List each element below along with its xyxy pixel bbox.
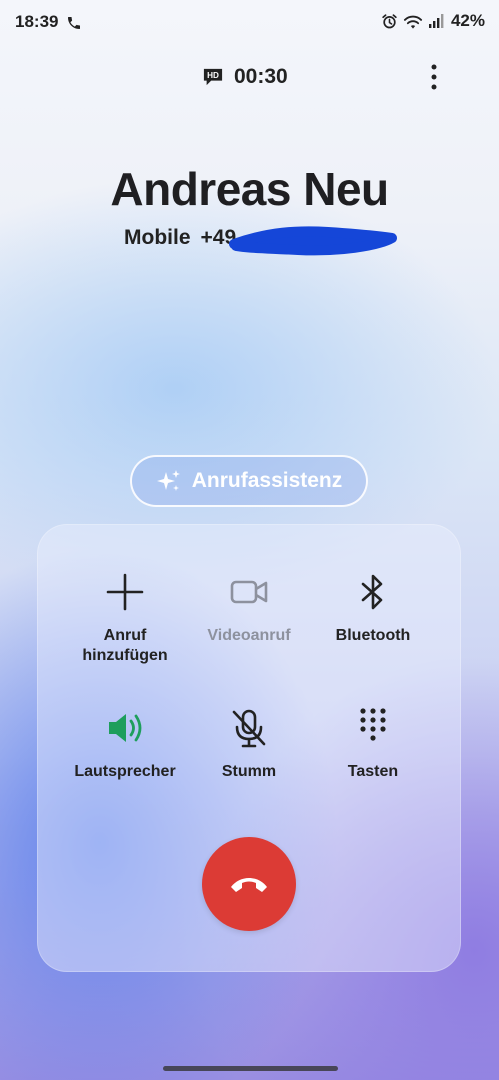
video-call-button[interactable]: Videoanruf [179,570,319,646]
signal-icon [428,14,444,28]
speaker-label: Lautsprecher [74,763,176,780]
contact-number-line: Mobile +49 [124,226,236,250]
keypad-button[interactable]: Tasten [303,706,443,782]
hang-up-icon [231,878,267,892]
status-time: 18:39 [15,12,59,31]
more-options-icon[interactable] [425,63,443,91]
sparkle-icon [156,470,180,491]
contact-name: Andreas Neu [110,163,389,215]
call-assistant-label: Anrufassistenz [191,469,343,492]
video-camera-icon [230,580,268,604]
bluetooth-icon [361,574,383,610]
status-bar: 18:39 42% [0,0,499,46]
call-assistant-button[interactable]: Anrufassistenz [130,455,368,507]
redaction-scribble [229,226,397,256]
hd-badge-text: HD [207,71,219,80]
speaker-icon [109,714,142,742]
bluetooth-button[interactable]: Bluetooth [303,570,443,646]
phone-call-icon [68,17,80,29]
bluetooth-label: Bluetooth [335,627,411,644]
speaker-button[interactable]: Lautsprecher [55,706,195,782]
navigation-handle[interactable] [163,1066,338,1071]
keypad-icon [360,708,386,741]
plus-icon [106,573,144,611]
wifi-icon [403,15,423,29]
mute-button[interactable]: Stumm [179,706,319,782]
add-call-button[interactable]: Anruf hinzufügen [55,570,195,666]
alarm-icon [382,13,397,28]
mic-off-icon [232,709,266,748]
mute-label: Stumm [221,763,277,780]
hd-voice-icon: HD [203,68,223,86]
end-call-button[interactable] [202,837,296,931]
battery-level: 42% [450,11,485,30]
call-header: HD 00:30 [0,63,499,93]
call-timer: 00:30 [234,65,288,88]
add-call-label: Anruf hinzufügen [82,627,168,664]
number-type: Mobile [124,226,191,249]
keypad-label: Tasten [347,763,399,780]
video-call-label: Videoanruf [207,627,291,644]
